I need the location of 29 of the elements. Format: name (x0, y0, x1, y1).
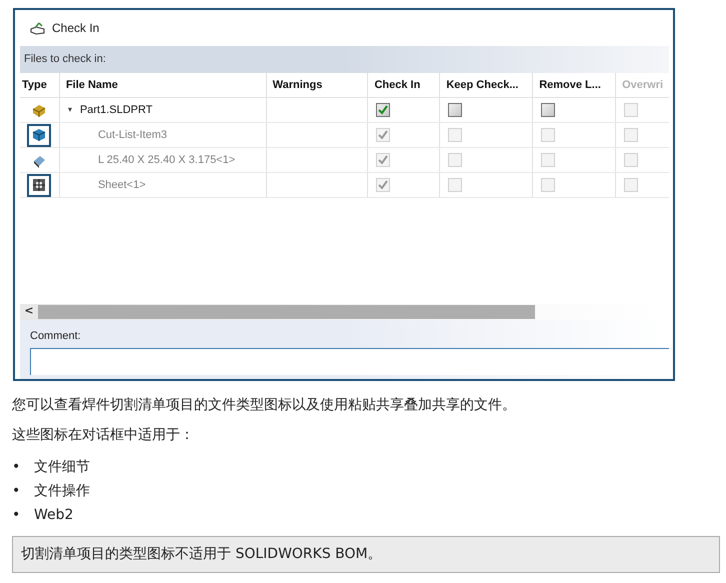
comment-label: Comment: (30, 328, 82, 344)
scroll-left-button[interactable]: < (20, 303, 38, 320)
file-name: L 25.40 X 25.40 X 3.175<1> (98, 152, 236, 168)
list-item: 文件操作 (34, 482, 90, 501)
note-box: 切割清单项目的类型图标不适用于 SOLIDWORKS BOM。 (12, 536, 720, 573)
comment-field[interactable] (30, 348, 669, 375)
file-name: Part1.SLDPRT (80, 102, 152, 118)
file-name: Cut-List-Item3 (98, 128, 168, 143)
list-item: 文件细节 (34, 458, 90, 477)
bullet-icon: • (12, 479, 34, 503)
bullet-icon: • (12, 455, 34, 479)
paragraph: 您可以查看焊件切割清单项目的文件类型图标以及使用粘贴共享叠加共享的文件。 (12, 396, 517, 415)
dialog-title: Check In (52, 20, 100, 37)
column-header[interactable]: Type (20, 73, 60, 97)
column-header[interactable]: Keep Check... (440, 73, 534, 97)
bullet-icon: • (12, 503, 34, 527)
column-header[interactable]: Check In (368, 73, 440, 97)
column-header[interactable]: Remove L... (533, 73, 616, 97)
checkbox[interactable] (541, 103, 556, 117)
column-header[interactable]: File Name (60, 73, 267, 97)
file-name: Sheet<1> (98, 178, 146, 193)
checkbox[interactable] (376, 103, 390, 117)
paragraph: 这些图标在对话框中适用于： (12, 426, 195, 445)
list-item: Web2 (34, 506, 74, 525)
expand-caret[interactable]: ▾ (68, 104, 72, 116)
section-header: Files to check in: (20, 46, 669, 73)
checkbox[interactable] (448, 103, 462, 117)
column-header[interactable]: Warnings (266, 73, 368, 97)
check-in-icon (30, 21, 46, 35)
